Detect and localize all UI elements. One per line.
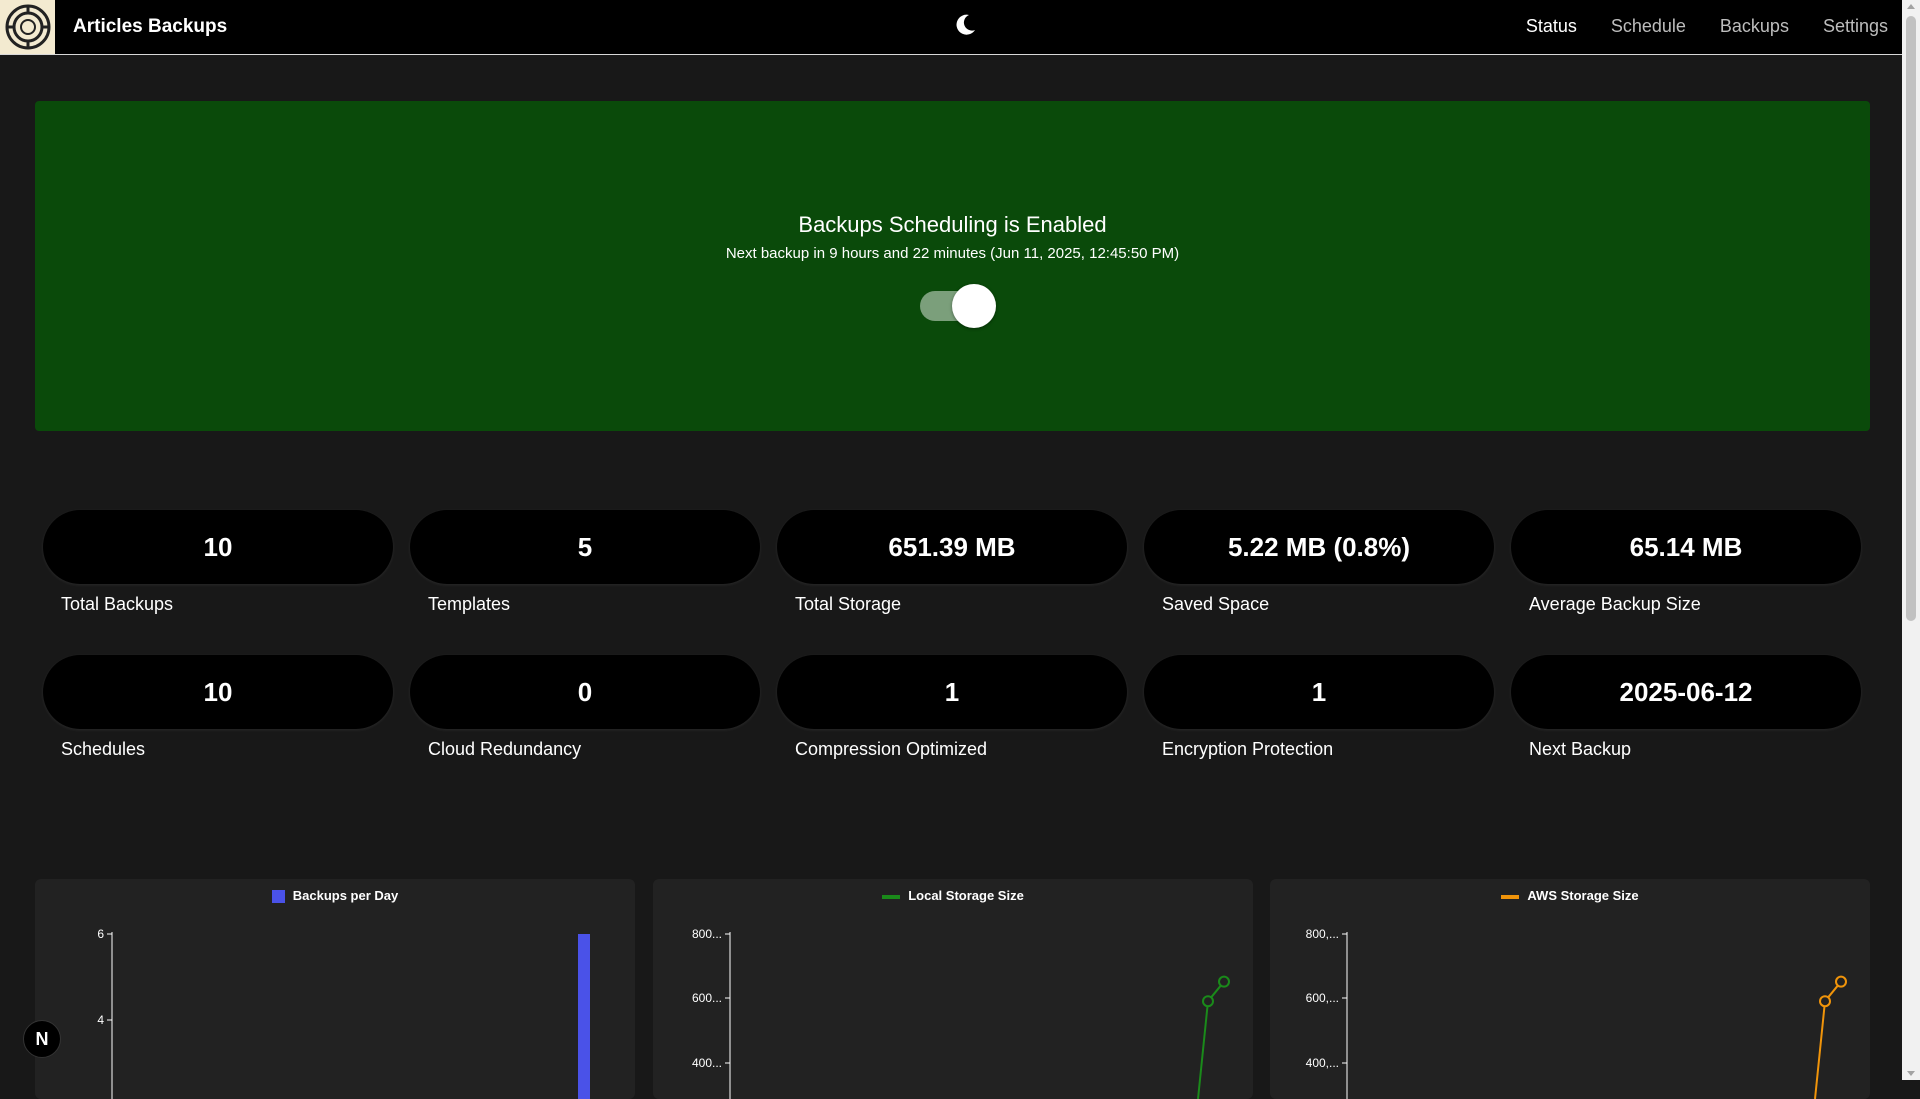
stat-label: Encryption Protection	[1162, 739, 1334, 759]
nav-settings[interactable]: Settings	[1823, 16, 1888, 37]
stat-total-storage: 651.39 MB Total Storage	[777, 510, 1127, 615]
chart-plot: 800,... 600,... 400,...	[1306, 927, 1847, 1099]
y-tick-label: 6	[97, 927, 104, 941]
y-tick-label: 600...	[692, 991, 722, 1005]
y-tick-label: 400,...	[1306, 1056, 1339, 1070]
y-tick-label: 800,...	[1306, 927, 1339, 941]
moon-icon	[956, 14, 975, 35]
scroll-down-arrow-icon[interactable]	[1907, 1071, 1915, 1076]
toggle-knob	[952, 284, 996, 328]
data-point	[1202, 995, 1214, 1008]
stat-value: 65.14 MB	[1511, 510, 1861, 584]
stat-value: 10	[43, 655, 393, 729]
stat-label: Cloud Redundancy	[428, 739, 582, 759]
scheduling-toggle[interactable]	[915, 283, 996, 329]
backups-per-day-chart: Backups per Day 64	[35, 879, 635, 1099]
data-point	[1819, 995, 1831, 1008]
stat-templates: 5 Templates	[410, 510, 760, 615]
stat-average-backup-size: 65.14 MB Average Backup Size	[1511, 510, 1861, 615]
stat-cloud-redundancy: 0 Cloud Redundancy	[410, 655, 760, 760]
app-logo[interactable]	[0, 0, 55, 54]
nav-schedule[interactable]: Schedule	[1611, 16, 1686, 37]
stat-compression-optimized: 1 Compression Optimized	[777, 655, 1127, 760]
stat-value: 5	[410, 510, 760, 584]
y-tick-label: 400...	[692, 1056, 722, 1070]
stat-saved-space: 5.22 MB (0.8%) Saved Space	[1144, 510, 1494, 615]
stat-value: 651.39 MB	[777, 510, 1127, 584]
chart-plot: 800... 600... 400...	[692, 927, 1230, 1099]
stat-value: 1	[1144, 655, 1494, 729]
local-storage-size-chart: Local Storage Size 800... 600... 400...	[653, 879, 1253, 1099]
stat-label: Compression Optimized	[795, 739, 988, 759]
dark-mode-toggle[interactable]	[950, 10, 980, 40]
next-backup-countdown: Next backup in 9 hours and 22 minutes (J…	[725, 245, 1180, 262]
stat-encryption-protection: 1 Encryption Protection	[1144, 655, 1494, 760]
stat-value: 2025-06-12	[1511, 655, 1861, 729]
stat-label: Total Backups	[61, 594, 174, 614]
page-scrollbar[interactable]	[1902, 0, 1920, 1080]
stat-label: Next Backup	[1529, 739, 1632, 759]
stat-schedules: 10 Schedules	[43, 655, 393, 760]
scroll-thumb[interactable]	[1906, 16, 1916, 621]
stat-value: 10	[43, 510, 393, 584]
stat-value: 1	[777, 655, 1127, 729]
aws-storage-size-chart: AWS Storage Size 800,... 600,... 400,...	[1270, 879, 1870, 1099]
data-point	[1835, 975, 1847, 988]
y-tick-label: 600,...	[1306, 991, 1339, 1005]
n-badge-button[interactable]: N	[23, 1020, 61, 1058]
bar	[578, 934, 590, 1099]
stat-label: Templates	[428, 594, 511, 614]
y-tick-label: 800...	[692, 927, 722, 941]
y-tick-label: 4	[97, 1013, 104, 1027]
main-nav: Status Schedule Backups Settings	[1526, 16, 1888, 37]
scroll-up-arrow-icon[interactable]	[1907, 4, 1915, 9]
app-title[interactable]: Articles Backups	[73, 16, 227, 38]
data-point	[1218, 975, 1230, 988]
scheduling-status-banner: Backups Scheduling is Enabled Next backu…	[35, 101, 1870, 431]
stat-value: 0	[410, 655, 760, 729]
stat-value: 5.22 MB (0.8%)	[1144, 510, 1494, 584]
stat-label: Saved Space	[1162, 594, 1270, 614]
stat-next-backup: 2025-06-12 Next Backup	[1511, 655, 1861, 760]
chart-plot: 64	[97, 927, 590, 1099]
top-navbar: Articles Backups Status Schedule Backups…	[0, 0, 1902, 55]
stat-label: Schedules	[61, 739, 146, 759]
nav-status[interactable]: Status	[1526, 16, 1577, 37]
lifebuoy-logo-icon	[5, 4, 50, 50]
banner-title: Backups Scheduling is Enabled	[798, 212, 1107, 237]
nav-backups[interactable]: Backups	[1720, 16, 1789, 37]
stat-label: Total Storage	[795, 594, 902, 614]
stat-total-backups: 10 Total Backups	[43, 510, 393, 615]
stat-label: Average Backup Size	[1529, 594, 1701, 614]
